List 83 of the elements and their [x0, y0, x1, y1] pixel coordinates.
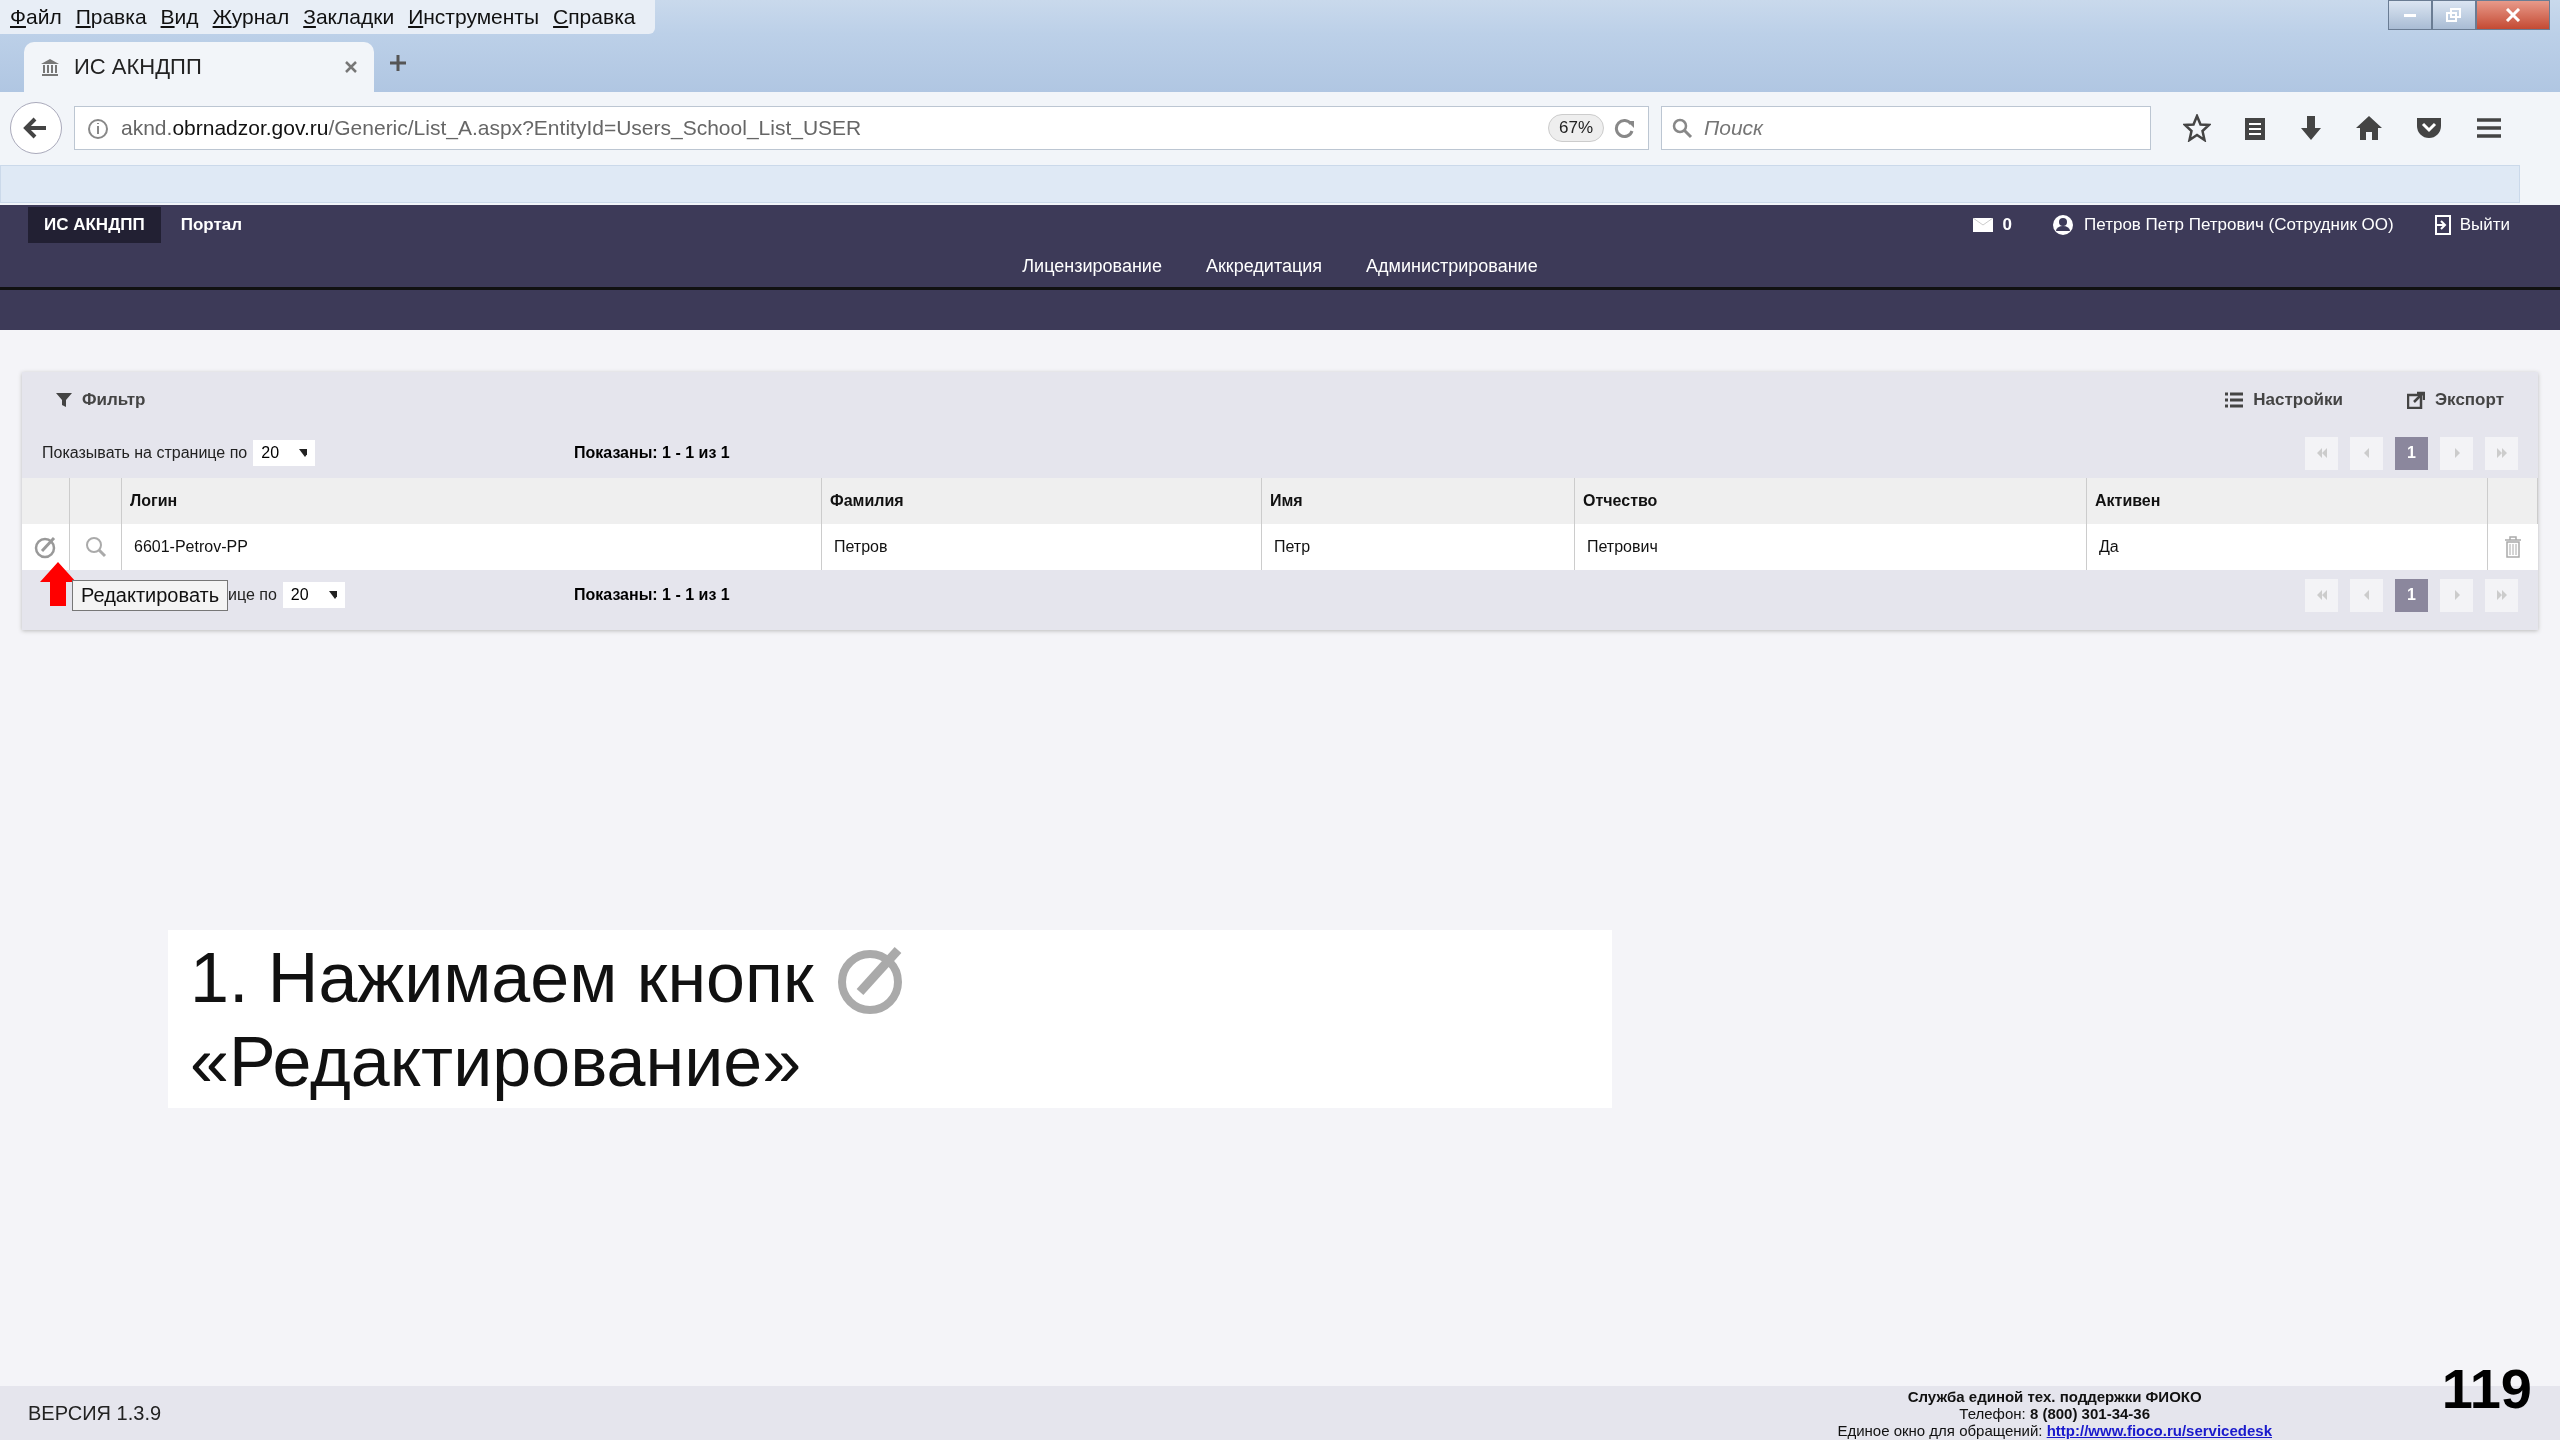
table-cell: Петров: [822, 524, 1262, 570]
user-name[interactable]: Петров Петр Петрович (Сотрудник ОО): [2084, 215, 2394, 235]
page-size-label: Показывать на странице по: [42, 444, 248, 462]
settings-button[interactable]: Настройки: [2225, 390, 2343, 410]
user-icon: [2052, 214, 2075, 236]
close-icon: [2505, 8, 2521, 22]
home-icon[interactable]: [2355, 113, 2383, 142]
arrow-icon: [40, 562, 76, 606]
records-count: Показаны: 1 - 1 из 1: [574, 586, 730, 604]
menu-item[interactable]: Справка: [551, 5, 648, 29]
menu-item[interactable]: Вид: [158, 5, 211, 29]
restore-icon: [2446, 8, 2462, 22]
logout-link[interactable]: Выйти: [2459, 215, 2510, 235]
close-icon[interactable]: [344, 60, 358, 74]
page-size-select[interactable]: 20: [253, 440, 316, 466]
menu-item[interactable]: Инструменты: [406, 5, 552, 29]
last-page-icon: [2495, 448, 2508, 458]
back-arrow-icon: [23, 115, 49, 140]
logout-icon[interactable]: [2433, 215, 2452, 235]
export-icon: [2407, 391, 2425, 409]
zoom-badge[interactable]: 67%: [1547, 113, 1604, 142]
page-size-select[interactable]: 20: [282, 582, 345, 608]
table-cell: Петр: [1262, 524, 1575, 570]
next-icon: [2452, 590, 2461, 600]
previous-icon: [2362, 590, 2371, 600]
browser-tab[interactable]: ИС АКНДПП: [24, 42, 374, 92]
menu-item[interactable]: Журнал: [210, 5, 302, 29]
close-button[interactable]: [2476, 0, 2550, 30]
column-header[interactable]: Логин: [122, 478, 822, 524]
menu-item[interactable]: Правка: [73, 5, 159, 29]
table-cell: Петрович: [1575, 524, 2087, 570]
servicedesk-link[interactable]: http://www.fioco.ru/servicedesk: [2046, 1421, 2272, 1439]
page-size-label: ице по: [228, 586, 277, 604]
brand-link[interactable]: ИС АКНДПП: [28, 207, 161, 243]
table-cell: Да: [2087, 524, 2488, 570]
support-title: Служба единой тех. поддержки ФИОКО: [1907, 1387, 2202, 1405]
column-header[interactable]: Фамилия: [822, 478, 1262, 524]
search-icon[interactable]: [83, 535, 108, 559]
building-icon: [40, 58, 60, 76]
caret-icon: [299, 449, 308, 457]
annotation-text: 1. Нажимаем кнопк: [190, 938, 814, 1019]
download-icon[interactable]: [2299, 113, 2323, 142]
last-page-icon: [2495, 590, 2508, 600]
edit-icon[interactable]: [33, 535, 58, 559]
restore-button[interactable]: [2432, 0, 2476, 30]
contact-text: Единое окно для обращений: http://www.fioco.ru/servicedesk: [1837, 1421, 2272, 1439]
menu-item[interactable]: Закладки: [301, 5, 407, 29]
records-count: Показаны: 1 - 1 из 1: [574, 444, 730, 462]
back-button[interactable]: [10, 101, 62, 154]
column-header[interactable]: Отчество: [1575, 478, 2087, 524]
trash-icon[interactable]: [2504, 536, 2522, 558]
caret-icon: [328, 591, 337, 599]
phone-label: Телефон: 8 (800) 301-34-36: [1959, 1404, 2150, 1422]
nav-link[interactable]: Аккредитация: [1205, 255, 1323, 277]
annotation-text: «Редактирование»: [190, 1022, 803, 1103]
minimize-icon: [2404, 13, 2416, 17]
address-field[interactable]: aknd.obrnadzor.gov.ru/Generic/List_A.aspx?EntityId=Users_School_List_USER 67%: [74, 105, 1649, 150]
slide-number: 119: [2441, 1356, 2532, 1421]
first-page-icon: [2315, 448, 2328, 458]
star-icon[interactable]: [2183, 113, 2211, 142]
list-icon: [2225, 392, 2244, 408]
previous-icon: [2362, 448, 2371, 458]
menu-item[interactable]: Файл: [8, 5, 74, 29]
nav-link[interactable]: Администрирование: [1366, 255, 1538, 277]
new-tab-icon[interactable]: [388, 53, 408, 73]
column-header[interactable]: Активен: [2087, 478, 2488, 524]
message-count: 0: [2002, 215, 2013, 235]
filter-button[interactable]: Фильтр: [56, 390, 146, 410]
table-cell: 6601-Petrov-PP: [122, 524, 822, 570]
search-icon: [1671, 116, 1693, 139]
search-field[interactable]: Поиск: [1661, 105, 2151, 150]
next-icon: [2452, 448, 2461, 458]
version-label: ВЕРСИЯ 1.3.9: [28, 1401, 162, 1425]
nav-link[interactable]: Лицензирование: [1022, 255, 1162, 277]
column-header[interactable]: Имя: [1262, 478, 1575, 524]
tooltip: Редактировать: [72, 580, 229, 611]
envelope-icon[interactable]: [1972, 218, 1993, 232]
minimize-button[interactable]: [2388, 0, 2432, 30]
first-page-icon: [2315, 590, 2328, 600]
portal-link[interactable]: Портал: [170, 215, 253, 235]
filter-icon: [56, 392, 72, 408]
export-button[interactable]: Экспорт: [2407, 390, 2504, 410]
reload-icon[interactable]: [1614, 116, 1636, 139]
